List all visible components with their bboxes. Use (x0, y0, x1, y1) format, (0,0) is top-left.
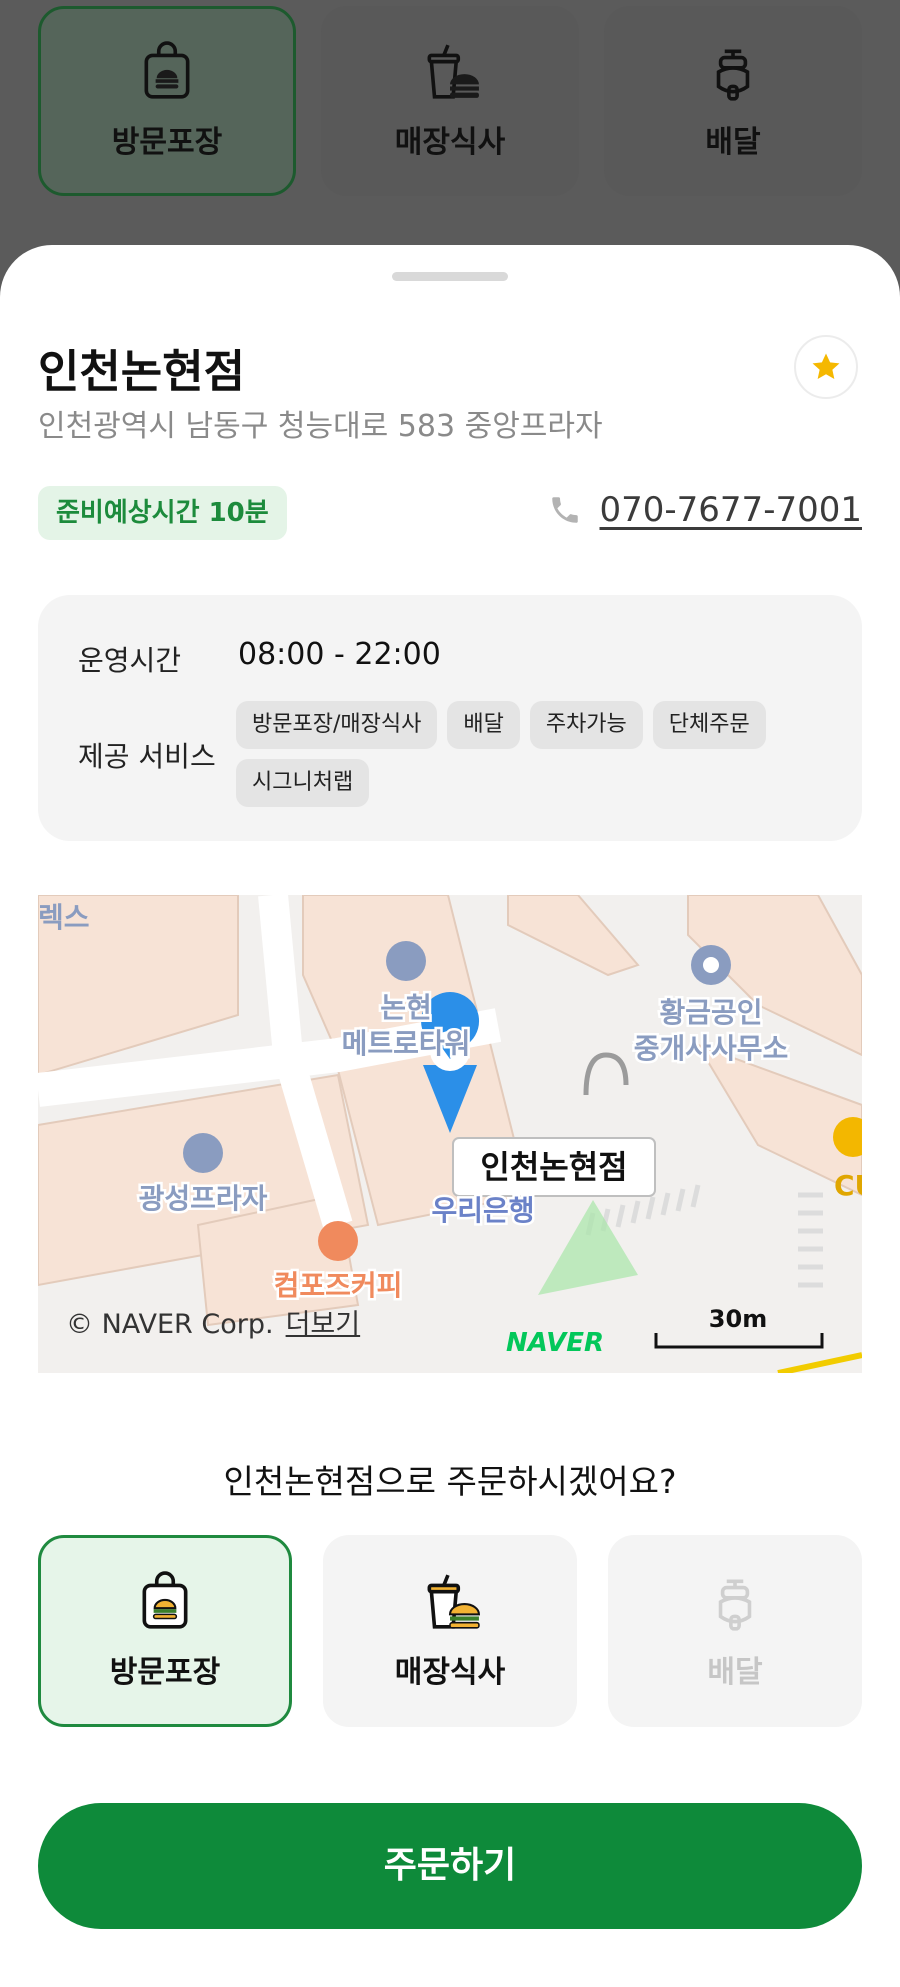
map-label-realtor-2: 중개사사무소 (634, 1032, 789, 1065)
map-label-compose: 컴포즈커피 (274, 1269, 403, 1302)
map-copyright-text: © NAVER Corp. (66, 1309, 274, 1340)
order-type-label: 방문포장 (109, 1655, 221, 1690)
map-label-realtor-1: 황금공인 (659, 996, 762, 1029)
service-chip: 방문포장/매장식사 (236, 701, 438, 749)
map-label-metro-2: 메트로타워 (342, 1027, 471, 1060)
map-scale-label: 30m (709, 1305, 767, 1333)
map-label-metro-1: 논현 (380, 991, 432, 1024)
phone-number[interactable]: 070-7677-7001 (600, 490, 863, 530)
service-chip: 단체주문 (652, 701, 766, 749)
order-type-label: 매장식사 (394, 1655, 506, 1690)
phone-icon (551, 497, 578, 523)
star-icon (812, 353, 840, 380)
order-type-delivery[interactable]: 배달 (608, 1535, 862, 1727)
delivery-scooter-icon (716, 49, 750, 101)
favorite-button[interactable] (794, 335, 858, 399)
map-store-marker-label: 인천논현점 (480, 1148, 627, 1186)
hours-label: 운영시간 (78, 644, 182, 677)
store-address: 인천광역시 남동구 청능대로 583 중앙프라자 (38, 409, 603, 444)
map-label-gwangseong: 광성프라자 (139, 1182, 268, 1215)
prep-time-badge: 준비예상시간 10분 (38, 486, 287, 540)
takeout-bag-icon (142, 1571, 188, 1629)
bg-order-type-label: 배달 (705, 125, 761, 160)
order-type-dinein[interactable]: 매장식사 (323, 1535, 577, 1727)
store-info-box: 운영시간 08:00 - 22:00 제공 서비스 방문포장/매장식사 배달 주… (38, 595, 862, 841)
bg-order-type-delivery: 배달 (604, 6, 862, 196)
delivery-scooter-icon (718, 1579, 752, 1631)
order-type-takeout[interactable]: 방문포장 (38, 1535, 292, 1727)
order-question: 인천논현점으로 주문하시겠어요? (223, 1462, 677, 1501)
services-label: 제공 서비스 (78, 740, 216, 773)
store-name: 인천논현점 (38, 345, 246, 398)
store-detail-sheet: 인천논현점 인천광역시 남동구 청능대로 583 중앙프라자 준비예상시간 10… (0, 245, 900, 1987)
service-chip: 주차가능 (529, 701, 643, 749)
map-more-link[interactable]: 더보기 (286, 1309, 361, 1340)
service-chip: 시그니처랩 (236, 759, 370, 807)
bg-order-type-dinein: 매장식사 (321, 6, 579, 196)
naver-logo: NAVER (506, 1328, 604, 1358)
phone-link[interactable]: 070-7677-7001 (548, 490, 863, 530)
bg-order-type-label: 방문포장 (111, 125, 223, 160)
takeout-bag-icon (144, 41, 190, 99)
map-label-woori: 우리은행 (431, 1194, 534, 1227)
hours-value: 08:00 - 22:00 (238, 637, 441, 672)
bg-order-type-takeout: 방문포장 (38, 6, 296, 196)
dine-in-icon (427, 44, 479, 99)
bg-order-type-label: 매장식사 (394, 125, 506, 160)
store-map[interactable]: 렉스 논현 메트로타워 황금공인 중개사사무소 광성프라자 우리은행 컴포즈커피… (38, 895, 862, 1373)
order-button[interactable]: 주문하기 (38, 1803, 862, 1929)
map-label-edge: 렉스 (38, 901, 90, 934)
dine-in-icon (427, 1574, 480, 1629)
sheet-drag-handle[interactable] (392, 272, 508, 281)
map-label-cu: CU (834, 1169, 862, 1202)
services-list: 방문포장/매장식사 배달 주차가능 단체주문 시그니처랩 (236, 701, 836, 807)
background-order-type-bar: 방문포장 매장식사 배달 (0, 0, 900, 250)
order-type-label: 배달 (707, 1655, 763, 1690)
service-chip: 배달 (447, 701, 520, 749)
map-copyright: © NAVER Corp. 더보기 (66, 1302, 360, 1341)
